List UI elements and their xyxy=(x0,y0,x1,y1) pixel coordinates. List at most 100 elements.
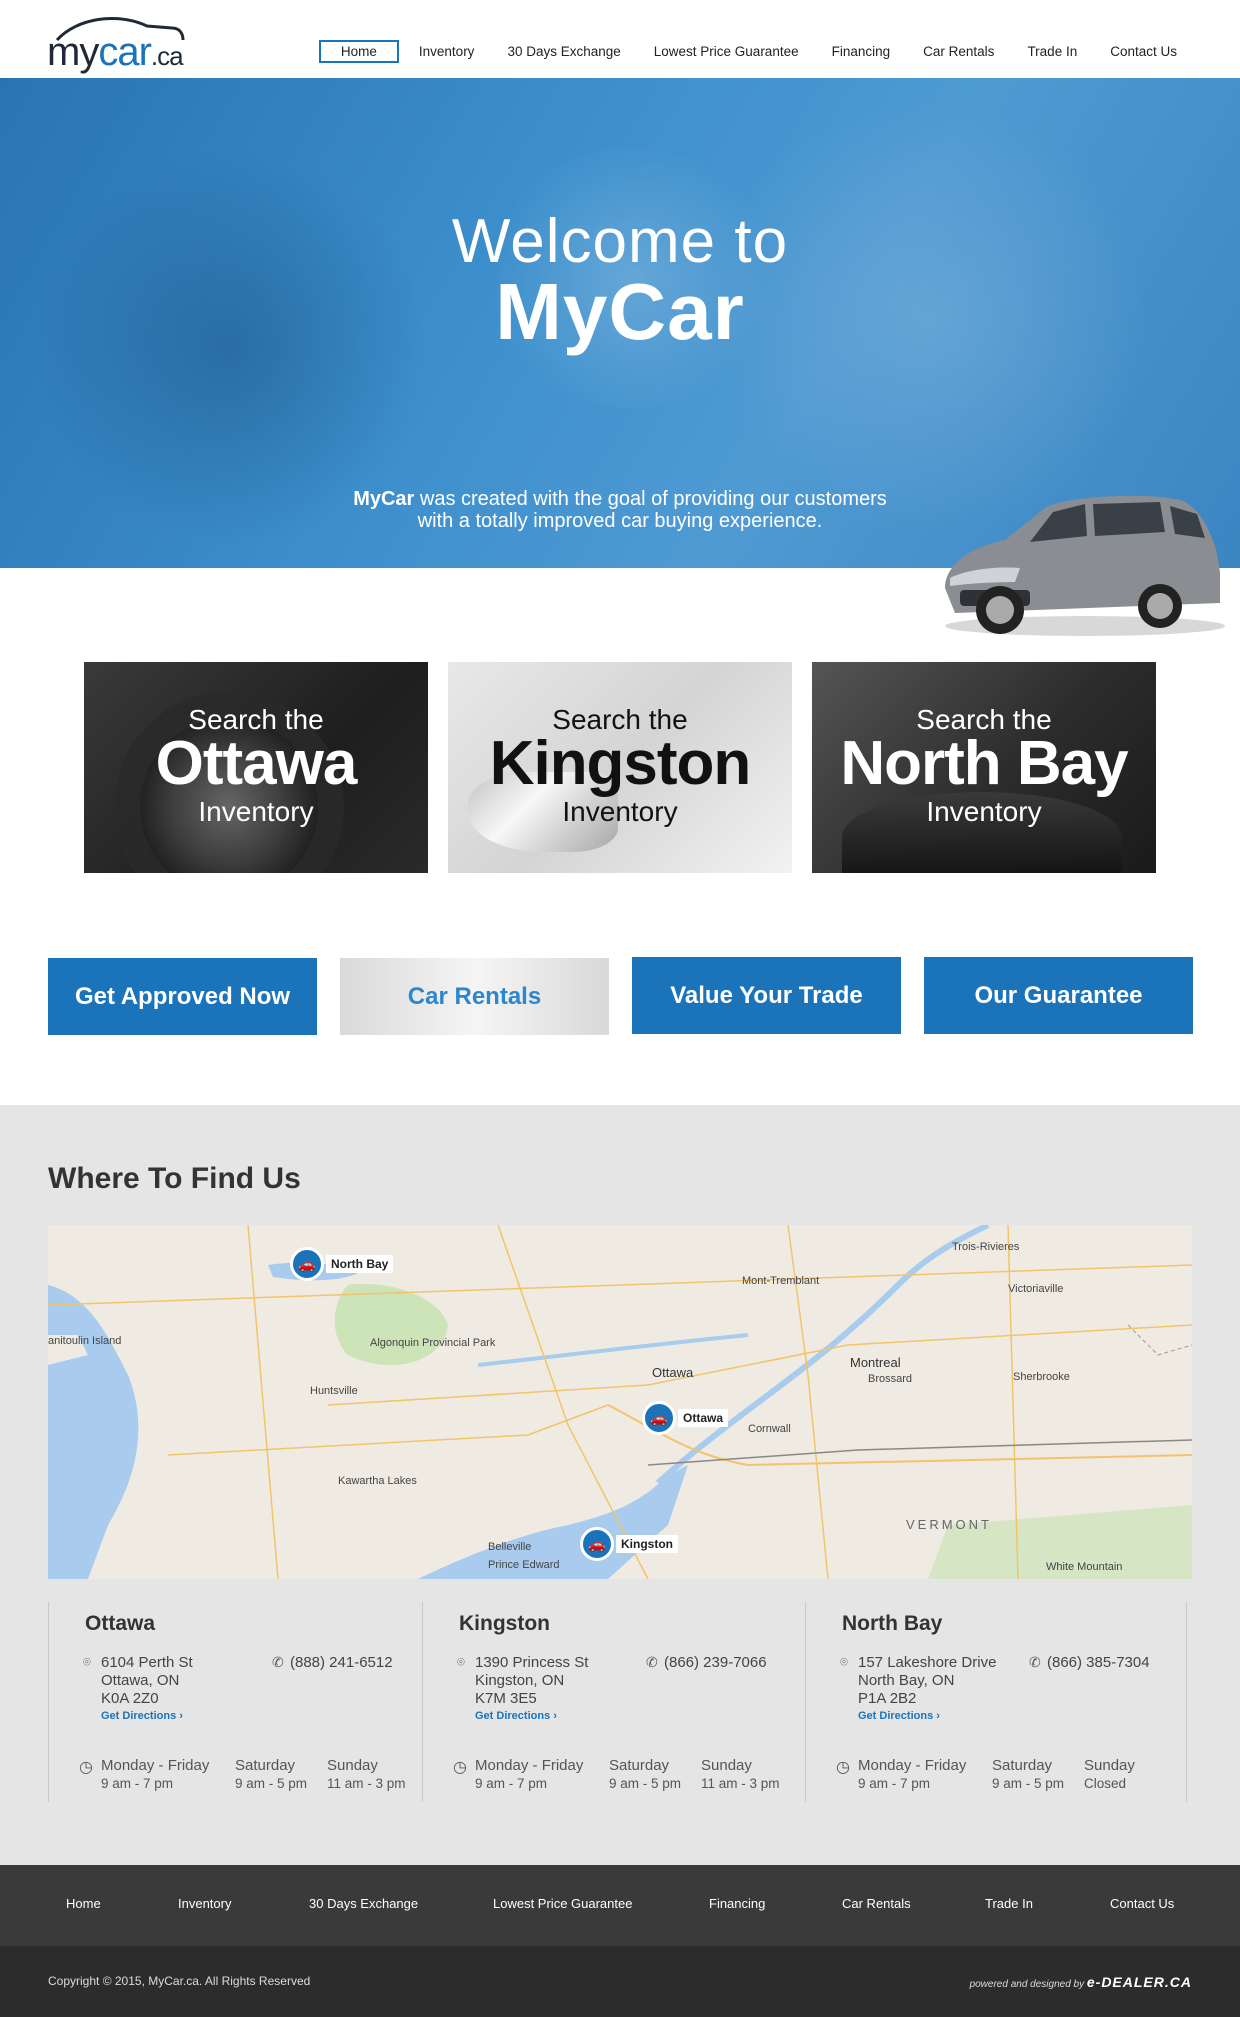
nav-trade-in[interactable]: Trade In xyxy=(1012,40,1092,63)
map-pin-label: Ottawa xyxy=(678,1409,729,1427)
powered-by[interactable]: powered and designed by e-DEALER.CA xyxy=(970,1974,1192,1990)
map-label: Huntsville xyxy=(310,1385,358,1397)
location-phone[interactable]: (866) 385-7304 xyxy=(1047,1654,1150,1671)
tile-north-bay-inventory[interactable]: Search the North Bay Inventory xyxy=(812,662,1156,873)
map-label: anitoulin Island xyxy=(48,1335,122,1347)
location-card-north-bay: North Bay ⌾ 157 Lakeshore Drive North Ba… xyxy=(805,1602,1187,1802)
get-approved-now-button[interactable]: Get Approved Now xyxy=(48,958,317,1035)
map-label: Trois-Rivieres xyxy=(952,1241,1020,1253)
powered-by-text: powered and designed by xyxy=(969,1979,1085,1990)
nav-car-rentals[interactable]: Car Rentals xyxy=(908,40,1009,63)
nav-financing[interactable]: Financing xyxy=(817,40,906,63)
hours-sunday: Sunday 11 am - 3 pm xyxy=(327,1757,406,1791)
location-address: 1390 Princess St Kingston, ON K7M 3E5 xyxy=(475,1654,588,1708)
get-directions-link[interactable]: Get Directions › xyxy=(101,1710,183,1722)
locations-map[interactable]: Trois-Rivieres Mont-Tremblant Victoriavi… xyxy=(48,1225,1192,1579)
map-label: Victoriaville xyxy=(1008,1283,1064,1295)
address-line: North Bay, ON xyxy=(858,1672,955,1689)
location-phone[interactable]: (866) 239-7066 xyxy=(664,1654,767,1671)
hero-subtitle-brand: MyCar xyxy=(353,488,415,510)
address-line: Kingston, ON xyxy=(475,1672,565,1689)
copyright: Copyright © 2015, MyCar.ca. All Rights R… xyxy=(48,1974,311,1988)
map-pin-label: Kingston xyxy=(616,1535,678,1553)
map-label: Cornwall xyxy=(748,1423,791,1435)
chevron-right-icon: › xyxy=(936,1710,940,1722)
chevron-right-icon: › xyxy=(553,1710,557,1722)
footer-nav: Home Inventory 30 Days Exchange Lowest P… xyxy=(0,1865,1240,1946)
footer-link-home[interactable]: Home xyxy=(66,1896,101,1911)
tile-city-name: Ottawa xyxy=(155,729,358,798)
clock-icon: ◷ xyxy=(79,1759,93,1776)
hours-saturday: Saturday 9 am - 5 pm xyxy=(992,1757,1065,1791)
footer-link-lowest-price-guarantee[interactable]: Lowest Price Guarantee xyxy=(493,1896,632,1911)
our-guarantee-button[interactable]: Our Guarantee xyxy=(924,957,1193,1034)
map-marker-icon: ⌾ xyxy=(83,1654,91,1669)
map-label: Belleville xyxy=(488,1541,532,1553)
location-card-kingston: Kingston ⌾ 1390 Princess St Kingston, ON… xyxy=(422,1602,804,1802)
clock-icon: ◷ xyxy=(453,1759,467,1776)
find-us-section: Where To Find Us Trois-Rivieres Mont-Tre… xyxy=(0,1105,1240,1865)
location-name: Kingston xyxy=(459,1612,550,1635)
site-logo[interactable]: mycar.ca xyxy=(47,10,207,74)
car-icon: 🚗 xyxy=(642,1401,676,1435)
value-your-trade-button[interactable]: Value Your Trade xyxy=(632,957,901,1034)
map-label: Prince Edward xyxy=(488,1559,560,1571)
chevron-right-icon: › xyxy=(179,1710,183,1722)
hours-sunday: Sunday Closed xyxy=(1084,1757,1135,1791)
nav-contact-us[interactable]: Contact Us xyxy=(1095,40,1192,63)
tile-label-bottom: Inventory xyxy=(562,796,678,827)
tile-label-bottom: Inventory xyxy=(926,796,1042,827)
map-marker-icon: ⌾ xyxy=(840,1654,848,1669)
footer-link-financing[interactable]: Financing xyxy=(709,1896,765,1911)
map-terrain xyxy=(48,1225,1192,1579)
car-rentals-button[interactable]: Car Rentals xyxy=(340,958,609,1035)
footer-link-contact-us[interactable]: Contact Us xyxy=(1110,1896,1174,1911)
map-label: Mont-Tremblant xyxy=(742,1275,820,1287)
address-line: 157 Lakeshore Drive xyxy=(858,1654,997,1671)
get-directions-link[interactable]: Get Directions › xyxy=(858,1710,940,1722)
location-address: 6104 Perth St Ottawa, ON K0A 2Z0 xyxy=(101,1654,193,1708)
nav-inventory[interactable]: Inventory xyxy=(404,40,490,63)
footer-link-inventory[interactable]: Inventory xyxy=(178,1896,231,1911)
tile-ottawa-inventory[interactable]: Search the Ottawa Inventory xyxy=(84,662,428,873)
map-pin-label: North Bay xyxy=(326,1255,394,1273)
address-line: K0A 2Z0 xyxy=(101,1690,159,1707)
map-pin-north-bay[interactable]: 🚗 North Bay xyxy=(290,1247,394,1281)
nav-lowest-price-guarantee[interactable]: Lowest Price Guarantee xyxy=(639,40,814,63)
car-icon: 🚗 xyxy=(580,1527,614,1561)
map-label: VERMONT xyxy=(906,1517,992,1532)
tile-kingston-inventory[interactable]: Search the Kingston Inventory xyxy=(448,662,792,873)
get-directions-link[interactable]: Get Directions › xyxy=(475,1710,557,1722)
address-line: 1390 Princess St xyxy=(475,1654,589,1671)
phone-icon: ✆ xyxy=(272,1654,284,1670)
tile-label-bottom: Inventory xyxy=(198,796,314,827)
hours-weekday: Monday - Friday 9 am - 7 pm xyxy=(101,1757,210,1791)
location-card-ottawa: Ottawa ⌾ 6104 Perth St Ottawa, ON K0A 2Z… xyxy=(48,1602,430,1802)
footer-link-car-rentals[interactable]: Car Rentals xyxy=(842,1896,911,1911)
phone-icon: ✆ xyxy=(1029,1654,1041,1670)
address-line: 6104 Perth St xyxy=(101,1654,193,1671)
footer-link-trade-in[interactable]: Trade In xyxy=(985,1896,1033,1911)
nav-30-days-exchange[interactable]: 30 Days Exchange xyxy=(492,40,635,63)
tile-city-name: North Bay xyxy=(840,729,1128,798)
map-label: White Mountain xyxy=(1046,1561,1123,1573)
location-phone[interactable]: (888) 241-6512 xyxy=(290,1654,393,1671)
hours-saturday: Saturday 9 am - 5 pm xyxy=(609,1757,682,1791)
footer-link-30-days-exchange[interactable]: 30 Days Exchange xyxy=(309,1896,418,1911)
tile-city-name: Kingston xyxy=(489,729,752,798)
map-label: Sherbrooke xyxy=(1013,1371,1070,1383)
map-label: Brossard xyxy=(868,1373,913,1385)
map-label: Ottawa xyxy=(652,1365,694,1380)
nav-home[interactable]: Home xyxy=(318,40,399,63)
hours-sunday: Sunday 11 am - 3 pm xyxy=(701,1757,780,1791)
hero-subtitle-line2: with a totally improved car buying exper… xyxy=(417,510,823,532)
hero-subtitle-text: was created with the goal of providing o… xyxy=(414,488,887,510)
map-label: Kawartha Lakes xyxy=(338,1475,417,1487)
map-pin-kingston[interactable]: 🚗 Kingston xyxy=(580,1527,678,1561)
phone-icon: ✆ xyxy=(646,1654,658,1670)
location-address: 157 Lakeshore Drive North Bay, ON P1A 2B… xyxy=(858,1654,996,1708)
address-line: P1A 2B2 xyxy=(858,1690,917,1707)
location-list: Ottawa ⌾ 6104 Perth St Ottawa, ON K0A 2Z… xyxy=(48,1602,1192,1802)
map-pin-ottawa[interactable]: 🚗 Ottawa xyxy=(642,1401,729,1435)
edealer-logo: e-DEALER.CA xyxy=(1086,1974,1192,1990)
